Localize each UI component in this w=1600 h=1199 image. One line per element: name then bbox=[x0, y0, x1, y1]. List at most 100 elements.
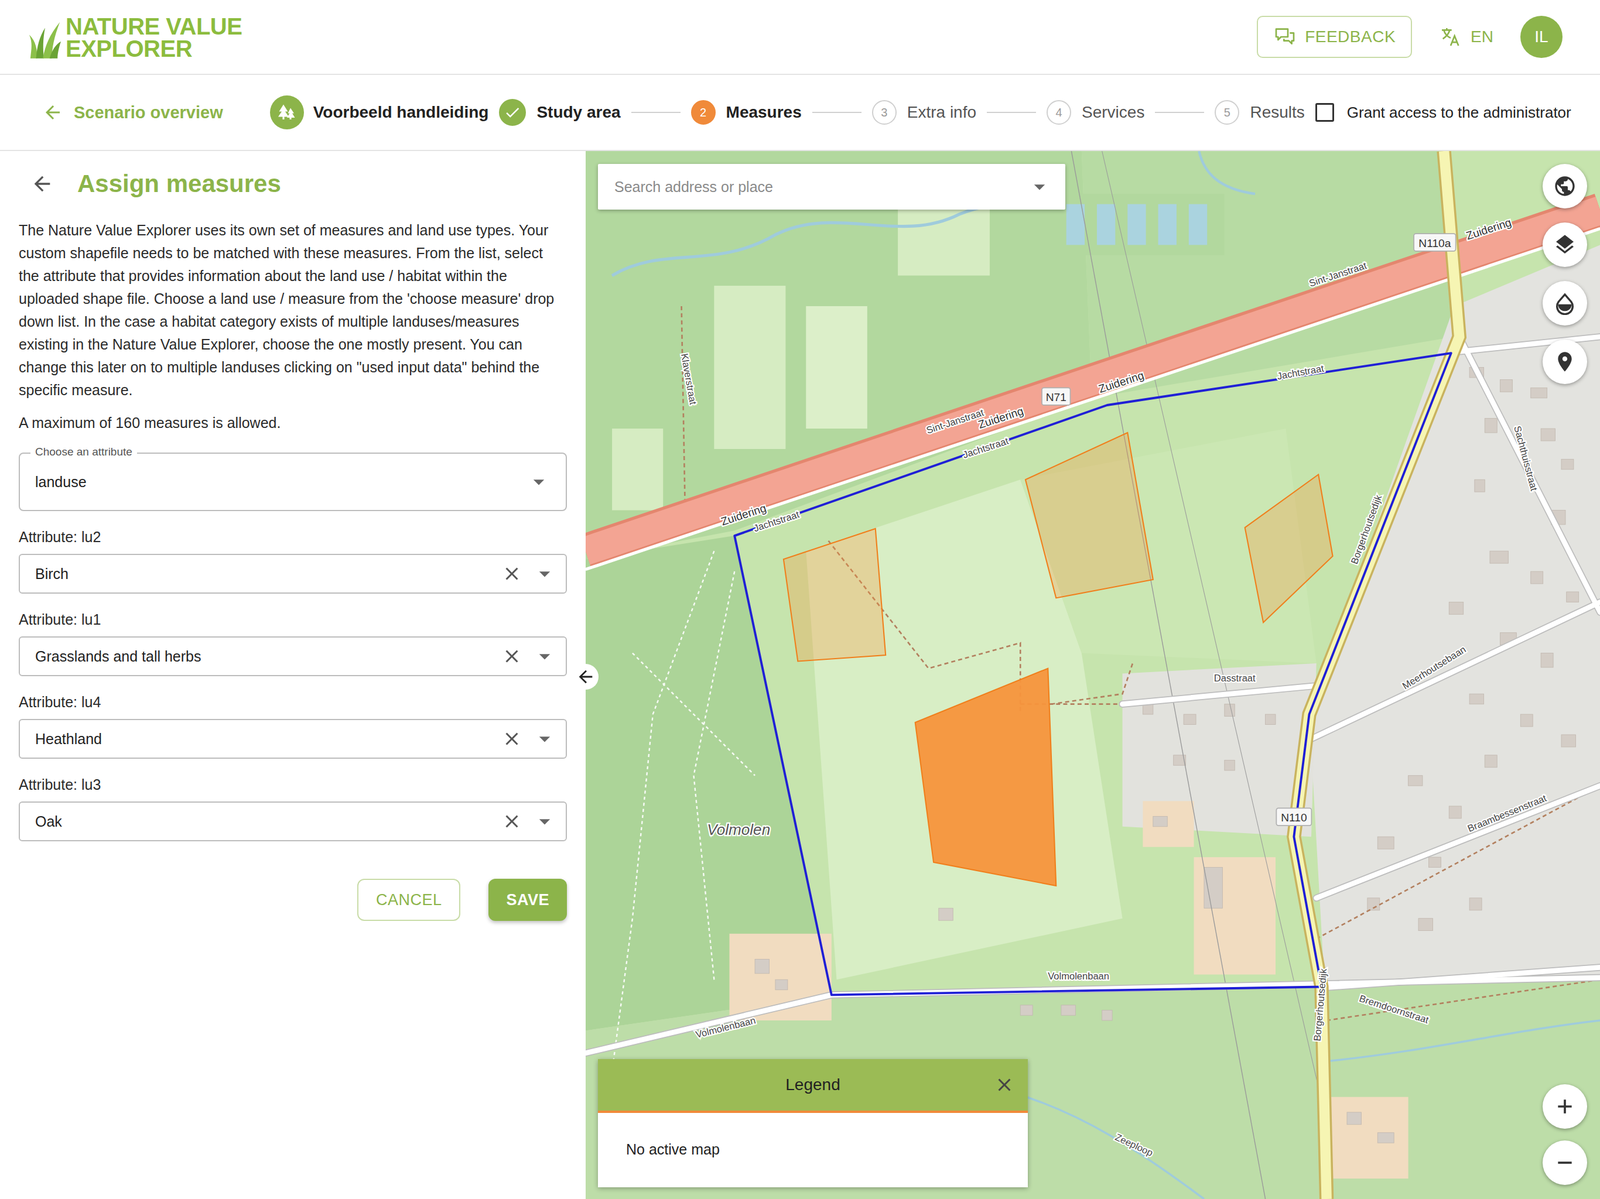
step[interactable]: Study area bbox=[498, 98, 621, 126]
map-label: Zeeploop bbox=[1113, 1132, 1155, 1160]
measure-select[interactable]: Heathland bbox=[18, 719, 567, 760]
logo-text: NATURE VALUE bbox=[65, 15, 242, 38]
map-label: Dasstraat bbox=[1214, 672, 1256, 685]
step-connector bbox=[631, 111, 681, 114]
arrow-left-icon bbox=[30, 172, 54, 196]
legend-body: No active map bbox=[597, 1113, 1028, 1188]
measure-area[interactable] bbox=[783, 528, 886, 662]
map-label: Sint-Janstraat bbox=[1307, 260, 1369, 290]
map-canvas[interactable]: ZuideringZuideringZuideringZuideringN71N… bbox=[585, 151, 1600, 1199]
step[interactable]: 3 Extra info bbox=[872, 100, 977, 125]
arrow-left-icon bbox=[575, 667, 596, 687]
grass-logo-icon bbox=[28, 14, 63, 60]
clear-icon[interactable] bbox=[501, 811, 523, 833]
map-label: Zuidering bbox=[1464, 216, 1513, 243]
stepper: Scenario overview Voorbeeld handleiding … bbox=[0, 74, 1600, 152]
map-label: Zuidering bbox=[1096, 368, 1145, 396]
map-toolbar bbox=[1542, 163, 1588, 385]
measure-assignment: Attribute: lu2 Birch bbox=[18, 528, 567, 594]
user-avatar[interactable]: IL bbox=[1520, 15, 1563, 58]
layers-icon bbox=[1553, 233, 1577, 257]
road-shield: N71 bbox=[1041, 387, 1070, 406]
measure-select[interactable]: Grasslands and tall herbs bbox=[18, 636, 567, 677]
attribute-label: Attribute: lu1 bbox=[18, 611, 567, 629]
zoom-out-button[interactable] bbox=[1542, 1140, 1588, 1186]
caret-down-icon bbox=[531, 808, 558, 835]
description: The Nature Value Explorer uses its own s… bbox=[18, 219, 567, 402]
map-label: Bremdoornstraat bbox=[1358, 993, 1431, 1027]
translate-icon bbox=[1438, 25, 1463, 49]
save-button[interactable]: SAVE bbox=[488, 879, 567, 922]
caret-down-icon bbox=[531, 726, 558, 752]
clear-icon[interactable] bbox=[501, 728, 523, 750]
map-label: Klaverstraat bbox=[678, 352, 699, 406]
measure-assignment: Attribute: lu4 Heathland bbox=[18, 693, 567, 760]
feedback-button[interactable]: FEEDBACK bbox=[1256, 15, 1413, 58]
map-label: Jachtstraat bbox=[751, 508, 801, 535]
measure-area[interactable] bbox=[1245, 474, 1333, 624]
map[interactable]: ZuideringZuideringZuideringZuideringN71N… bbox=[585, 151, 1600, 1199]
maximum-note: A maximum of 160 measures is allowed. bbox=[18, 414, 567, 432]
svg-text:N110: N110 bbox=[1280, 811, 1307, 825]
map-label: Volmolen bbox=[706, 821, 771, 839]
chat-icon bbox=[1273, 25, 1297, 49]
cancel-button[interactable]: CANCEL bbox=[357, 879, 461, 922]
road-shield: N110a bbox=[1413, 233, 1456, 252]
attribute-select[interactable]: Choose an attribute landuse bbox=[18, 452, 567, 512]
map-label: Jachtstraat bbox=[961, 435, 1011, 461]
step[interactable]: 4 Services bbox=[1046, 100, 1145, 125]
step[interactable]: 2 Measures bbox=[691, 100, 802, 125]
step-indicator: 5 bbox=[1214, 100, 1240, 125]
step-indicator: 4 bbox=[1046, 100, 1072, 125]
language-button[interactable]: EN bbox=[1435, 24, 1497, 50]
scenario-name: Voorbeeld handleiding bbox=[269, 95, 490, 130]
plus-icon bbox=[1553, 1095, 1577, 1119]
close-icon[interactable] bbox=[993, 1074, 1015, 1096]
road-shield: N110 bbox=[1276, 808, 1312, 826]
measure-select[interactable]: Oak bbox=[18, 801, 567, 842]
measure-assignment: Attribute: lu1 Grasslands and tall herbs bbox=[18, 611, 567, 677]
svg-text:N110a: N110a bbox=[1418, 237, 1451, 250]
basemap-button[interactable] bbox=[1542, 163, 1588, 209]
header: NATURE VALUEEXPLORER FEEDBACK EN IL bbox=[0, 0, 1600, 75]
zoom-in-button[interactable] bbox=[1542, 1084, 1588, 1130]
scenario-overview-link[interactable]: Scenario overview bbox=[42, 101, 224, 123]
search-box[interactable]: Search address or place bbox=[597, 163, 1066, 210]
pin-icon bbox=[1553, 350, 1577, 374]
caret-down-icon bbox=[1026, 173, 1053, 200]
clear-icon[interactable] bbox=[501, 645, 523, 668]
measure-select[interactable]: Birch bbox=[18, 554, 567, 594]
caret-down-icon bbox=[531, 643, 558, 670]
opacity-button[interactable] bbox=[1542, 281, 1588, 326]
zoom-controls bbox=[1542, 1084, 1588, 1186]
map-label: Volmolenbaan bbox=[694, 1014, 757, 1041]
drop-icon bbox=[1553, 291, 1577, 316]
caret-down-icon bbox=[525, 469, 552, 495]
map-label: Braambessenstraat bbox=[1465, 792, 1549, 835]
map-label: Borgerhoutsedijk bbox=[1348, 493, 1385, 566]
step-indicator bbox=[498, 98, 526, 126]
nature-value-explorer-app: NATURE VALUEEXPLORER FEEDBACK EN IL Scen… bbox=[0, 0, 1600, 1199]
map-label: Sint-Janstraat bbox=[924, 407, 986, 437]
caret-down-icon bbox=[531, 561, 558, 587]
globe-icon bbox=[1553, 174, 1577, 198]
location-button[interactable] bbox=[1542, 339, 1588, 385]
logo-text: EXPLORER bbox=[65, 37, 242, 60]
grant-access-checkbox[interactable]: Grant access to the administrator bbox=[1315, 103, 1572, 122]
step[interactable]: 5 Results bbox=[1214, 100, 1305, 125]
back-button[interactable] bbox=[26, 168, 58, 200]
measure-area[interactable] bbox=[915, 668, 1057, 887]
collapse-panel-button[interactable] bbox=[572, 664, 599, 690]
logo[interactable]: NATURE VALUEEXPLORER bbox=[28, 14, 242, 60]
measure-area[interactable] bbox=[1025, 432, 1154, 598]
svg-text:N71: N71 bbox=[1045, 391, 1067, 404]
step-connector bbox=[1154, 111, 1205, 114]
step-indicator: 2 bbox=[691, 100, 716, 125]
clear-icon[interactable] bbox=[501, 563, 523, 585]
assign-measures-panel: Assign measures The Nature Value Explore… bbox=[0, 151, 586, 1199]
legend-title: Legend bbox=[785, 1075, 840, 1095]
study-area-outline[interactable] bbox=[734, 353, 1452, 996]
arrow-left-icon bbox=[42, 101, 64, 123]
map-label: Meerhoutsebaan bbox=[1400, 644, 1468, 693]
layers-button[interactable] bbox=[1542, 222, 1588, 268]
